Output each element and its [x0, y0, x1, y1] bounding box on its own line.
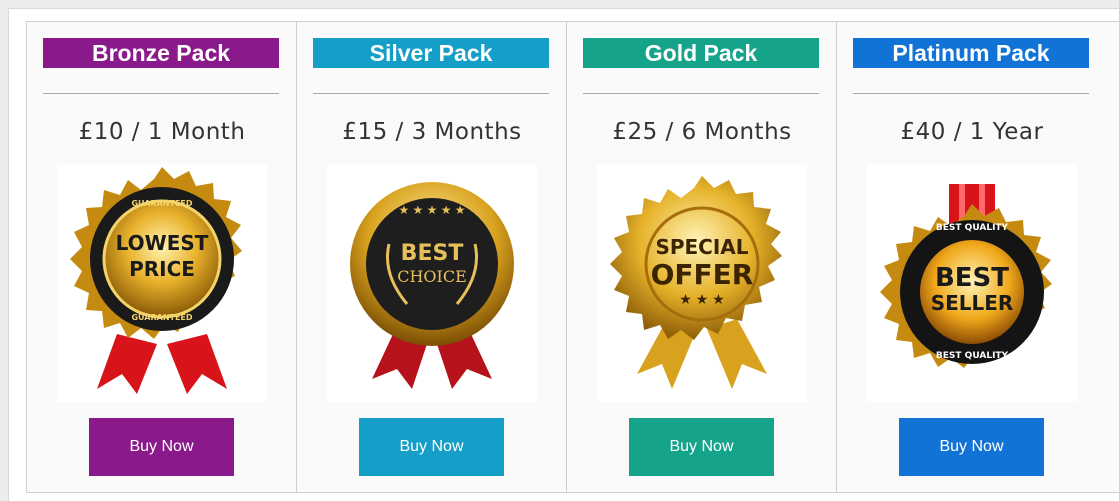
buy-now-button[interactable]: Buy Now: [359, 418, 504, 476]
pack-title: Gold Pack: [583, 38, 819, 68]
buy-now-button[interactable]: Buy Now: [899, 418, 1044, 476]
pricing-card-silver: Silver Pack £15 / 3 Months ★ ★ ★ ★ ★ BES…: [296, 21, 566, 493]
svg-text:★ ★ ★ ★ ★: ★ ★ ★ ★ ★: [398, 203, 465, 217]
pack-price: £10 / 1 Month: [78, 119, 246, 145]
badge-text: SELLER: [931, 291, 1014, 315]
badge-text: BEST: [401, 241, 464, 266]
pack-price: £15 / 3 Months: [342, 119, 522, 145]
divider: [853, 93, 1089, 94]
pack-price: £25 / 6 Months: [612, 119, 792, 145]
pack-title: Silver Pack: [313, 38, 549, 68]
divider: [43, 93, 279, 94]
lowest-price-medal-icon: LOWEST PRICE GUARANTEED GUARANTEED: [57, 164, 267, 402]
pack-price: £40 / 1 Year: [900, 119, 1044, 145]
best-seller-medal-icon: BEST SELLER BEST QUALITY BEST QUALITY: [867, 164, 1077, 402]
pricing-card-gold: Gold Pack £25 / 6 Months SPECIAL OFFER ★…: [566, 21, 836, 493]
badge-ring-text: BEST QUALITY: [936, 223, 1009, 233]
pricing-cards: Bronze Pack £10 / 1 Month LOWEST PRICE G…: [26, 21, 1119, 493]
badge-text: BEST: [935, 263, 1009, 293]
badge-text: CHOICE: [397, 267, 467, 286]
special-offer-medal-icon: SPECIAL OFFER ★ ★ ★: [597, 164, 807, 402]
badge-text: SPECIAL: [655, 235, 748, 259]
pack-title: Bronze Pack: [43, 38, 279, 68]
svg-text:★ ★ ★: ★ ★ ★: [679, 291, 724, 307]
divider: [313, 93, 549, 94]
pack-title: Platinum Pack: [853, 38, 1089, 68]
pricing-card-bronze: Bronze Pack £10 / 1 Month LOWEST PRICE G…: [26, 21, 296, 493]
buy-now-button[interactable]: Buy Now: [629, 418, 774, 476]
best-choice-medal-icon: ★ ★ ★ ★ ★ BEST CHOICE: [327, 164, 537, 402]
badge-ring-text: GUARANTEED: [131, 313, 192, 322]
buy-now-button[interactable]: Buy Now: [89, 418, 234, 476]
divider: [583, 93, 819, 94]
pricing-card-platinum: Platinum Pack £40 / 1 Year BEST SELLER B…: [836, 21, 1119, 493]
badge-ring-text: BEST QUALITY: [936, 351, 1009, 361]
badge-text: LOWEST: [116, 231, 209, 255]
badge-text: PRICE: [129, 257, 195, 281]
badge-text: OFFER: [651, 258, 754, 291]
badge-ring-text: GUARANTEED: [131, 199, 192, 208]
